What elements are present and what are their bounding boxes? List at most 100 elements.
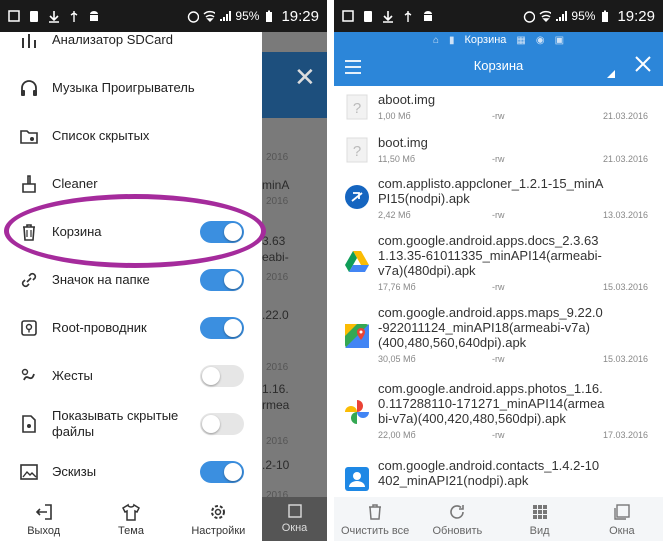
file-list: ? aboot.img 1,00 Мб -rw 21.03.2016 ? boo… [334,86,663,497]
file-permissions: -rw [492,210,505,220]
broom-icon [18,173,40,195]
settings-label: Настройки [191,524,246,537]
show-hidden-files-toggle[interactable] [200,413,244,435]
windows-button[interactable]: Окна [581,497,663,541]
unknown-file-icon: ? [344,94,370,120]
drawer-item-label: Root-проводник [52,320,147,335]
background-close-icon: ✕ [294,62,316,92]
view-label: Вид [529,524,550,537]
file-name-line: -922011124_minAPI18(armeabi-v7a) [378,320,590,335]
drawer-item-root-explorer[interactable]: Root-проводник [0,304,262,352]
sdcard-analyzer-icon [18,32,40,51]
alarm-icon [523,9,536,23]
alarm-icon [187,9,200,23]
file-name-line: PI15(nodpi).apk [378,191,470,206]
drawer-item-folder-icon[interactable]: Значок на папке [0,256,262,304]
file-date: 21.03.2016 [602,154,648,164]
battery-level: 95% [235,9,260,23]
file-size: 11,50 Мб [378,154,416,164]
sim-icon [362,9,374,23]
background-date: 2016 [266,152,289,163]
background-text: eabi- [262,250,289,264]
toggle-knob [224,319,242,337]
folder-icon-toggle[interactable] [200,269,244,291]
drawer-item-thumbnails[interactable]: Эскизы [0,448,262,496]
recycle-bin-toggle[interactable] [200,221,244,243]
windows-icon [262,503,327,522]
svg-text:?: ? [353,143,361,160]
background-app-peek: ✕ 2016 minA 2016 3.63 eabi- 2016 .22.0 2… [262,32,327,541]
link-icon [18,269,40,291]
toggle-knob [224,463,242,481]
drawer-item-label: Список скрытых [52,128,150,143]
exit-icon [34,502,54,522]
background-toolbar: ✕ [262,52,327,118]
gesture-icon [18,365,40,387]
home-tab-icon[interactable]: ⌂ [433,35,439,46]
drawer-item-sdcard-analyzer[interactable]: Анализатор SDCard [0,32,262,64]
file-permissions: -rw [492,354,505,364]
gear-icon [208,502,228,522]
image-icon [18,461,40,483]
file-name-line: 1.13.35-61011335_minAPI14(armeabi- [378,248,602,263]
view-button[interactable]: Вид [499,497,581,541]
drawer-item-label: Показывать скрытые файлы [52,408,179,439]
drawer-item-recycle-bin[interactable]: Корзина [0,208,262,256]
trash-icon [18,221,40,243]
usb-icon [402,9,414,23]
drawer-item-cleaner[interactable]: Cleaner [0,160,262,208]
android-icon [88,9,100,23]
file-permissions: -rw [492,430,505,440]
dropdown-triangle-icon[interactable] [607,70,615,78]
root-explorer-toggle[interactable] [200,317,244,339]
download-icon [48,9,60,23]
contacts-icon [344,466,370,492]
file-name-line: com.google.android.apps.docs_2.3.63 [378,233,599,248]
file-permissions: -rw [492,111,505,121]
settings-button[interactable]: Настройки [175,497,262,541]
file-permissions: -rw [492,282,505,292]
tab-recycle-bin[interactable]: Корзина [465,34,507,46]
drawer-item-music-player[interactable]: Музыка Проигрыватель [0,64,262,112]
background-text: minA [262,178,290,192]
storage-tab-icon[interactable]: ▦ [516,35,525,46]
file-name-line: com.google.android.apps.photos_1.16. [378,381,603,396]
unknown-file-icon: ? [344,137,370,163]
battery-level: 95% [571,9,596,23]
tshirt-icon [121,502,141,522]
toolbar: Корзина [334,48,663,86]
sdcard-tab-icon[interactable]: ▮ [449,35,455,46]
clear-all-button[interactable]: Очистить все [334,497,416,541]
gestures-toggle[interactable] [200,365,244,387]
more-tab-icon[interactable]: ▣ [555,35,564,46]
file-size: 17,76 Мб [378,282,416,292]
background-text: 3.63 [262,234,286,248]
refresh-button[interactable]: Обновить [416,497,498,541]
headphones-icon [18,77,40,99]
drawer-item-label: Музыка Проигрыватель [52,80,195,95]
toggle-knob [224,223,242,241]
battery-icon [599,9,611,23]
windows-icon [612,502,632,522]
theme-button[interactable]: Тема [87,497,174,541]
drawer-item-gestures[interactable]: Жесты [0,352,262,400]
refresh-label: Обновить [432,524,483,537]
file-name-line: com.applisto.appcloner_1.2.1-15_minA [378,176,604,191]
hidden-file-icon [18,413,40,435]
clock: 19:29 [617,7,655,25]
file-name-line: (400,480,560,640dpi).apk [378,335,527,350]
drawer-item-hidden-list[interactable]: Список скрытых [0,112,262,160]
toggle-knob [202,367,220,385]
network-tab-icon[interactable]: ◉ [536,35,545,46]
thumbnails-toggle[interactable] [200,461,244,483]
close-icon[interactable] [633,54,653,74]
wifi-icon [539,9,552,23]
background-text: 1.16. [262,382,289,396]
drawer-item-show-hidden-files[interactable]: Показывать скрытые файлы [0,400,262,448]
exit-button[interactable]: Выход [0,497,87,541]
clear-all-label: Очистить все [340,524,410,537]
svg-text:?: ? [353,100,361,117]
right-screenshot: 95% 19:29 ⌂ ▮ Корзина ▦ ◉ ▣ Корзина ? ab… [334,0,663,541]
wifi-icon [203,9,216,23]
file-size: 1,00 Мб [378,111,411,121]
